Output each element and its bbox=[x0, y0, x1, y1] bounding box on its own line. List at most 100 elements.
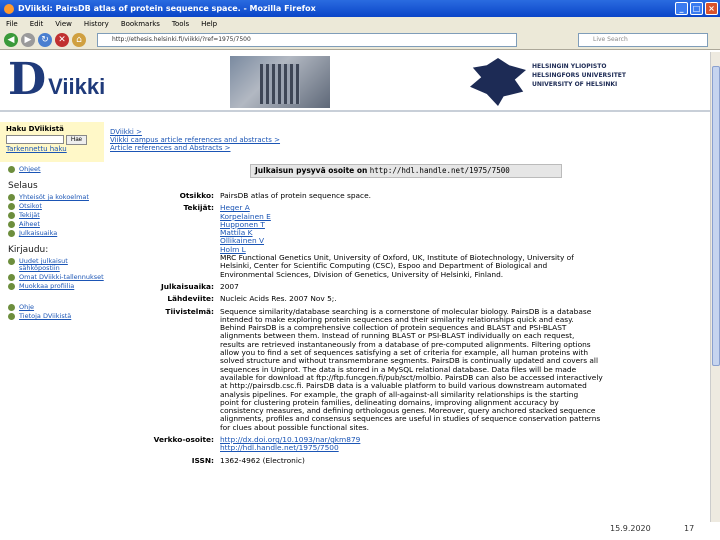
slide-number: 17 bbox=[684, 524, 695, 533]
issn-value: 1362-4962 (Electronic) bbox=[220, 455, 305, 465]
sidebar-item-my-submissions[interactable]: Omat DViikki-tallennukset bbox=[8, 274, 104, 281]
search-field[interactable] bbox=[6, 135, 64, 144]
author-link[interactable]: Heger A bbox=[220, 203, 710, 212]
record-authors-row: Tekijät: Heger A Korpelainen E Hupponen … bbox=[110, 203, 710, 279]
sidebar-item-about[interactable]: Tietoja DViikistä bbox=[8, 313, 104, 320]
menu-bar: File Edit View History Bookmarks Tools H… bbox=[0, 17, 720, 30]
handle-link[interactable]: http://hdl.handle.net/1975/7500 bbox=[220, 444, 710, 453]
menu-file[interactable]: File bbox=[6, 20, 18, 28]
window-title: DViikki: PairsDB atlas of protein sequen… bbox=[18, 4, 316, 13]
title-bar: DViikki: PairsDB atlas of protein sequen… bbox=[0, 0, 720, 17]
navigation-toolbar: ◀ ▶ ↻ ✕ ⌂ http://ethesis.helsinki.fi/vii… bbox=[0, 30, 720, 50]
record-url-row: Verkko-osoite: http://dx.doi.org/10.1093… bbox=[110, 435, 710, 453]
abstract-line: for clues about possible functional site… bbox=[220, 422, 370, 432]
advanced-search-link[interactable]: Tarkennettu haku bbox=[6, 145, 98, 153]
university-seal-icon bbox=[470, 58, 526, 106]
search-heading: Haku DViikistä bbox=[6, 125, 64, 133]
dviikki-logo[interactable]: D Viikki bbox=[8, 54, 106, 105]
author-link[interactable]: Korpelainen E bbox=[220, 212, 710, 221]
minimize-button[interactable]: _ bbox=[675, 2, 688, 15]
issn-label: ISSN: bbox=[191, 455, 214, 465]
bullet-icon bbox=[8, 283, 15, 290]
breadcrumb-collection[interactable]: Viikki campus article references and abs… bbox=[110, 136, 710, 144]
home-icon[interactable]: ⌂ bbox=[72, 32, 86, 47]
bullet-icon bbox=[8, 304, 15, 311]
bullet-icon bbox=[8, 313, 15, 320]
breadcrumb-subcollection[interactable]: Article references and Abstracts > bbox=[110, 144, 710, 152]
menu-history[interactable]: History bbox=[84, 20, 109, 28]
reload-icon[interactable]: ↻ bbox=[38, 32, 52, 47]
firefox-icon bbox=[4, 3, 14, 14]
permalink-url[interactable]: http://hdl.handle.net/1975/7500 bbox=[370, 166, 510, 175]
login-heading: Kirjaudu: bbox=[8, 245, 49, 255]
affiliation-line: Environmental Sciences, Division of Gene… bbox=[220, 269, 504, 279]
bullet-icon bbox=[8, 203, 15, 210]
sidebar-item-edit-profile[interactable]: Muokkaa profiilia bbox=[8, 283, 104, 290]
bullet-icon bbox=[8, 258, 15, 265]
back-icon[interactable]: ◀ bbox=[4, 32, 18, 47]
browse-heading: Selaus bbox=[8, 181, 38, 191]
sidebar-item-titles[interactable]: Otsikot bbox=[8, 203, 104, 210]
title-value: PairsDB atlas of protein sequence space. bbox=[220, 191, 372, 200]
bullet-icon bbox=[8, 212, 15, 219]
site-banner: D Viikki HELSINGIN YLIOPISTO HELSINGFORS… bbox=[0, 52, 720, 112]
maximize-button[interactable]: □ bbox=[690, 2, 703, 15]
uni-name-sv: HELSINGFORS UNIVERSITET bbox=[532, 72, 626, 79]
menu-bookmarks[interactable]: Bookmarks bbox=[121, 20, 160, 28]
url-bar[interactable]: http://ethesis.helsinki.fi/viikki/?ref=1… bbox=[97, 32, 517, 47]
permalink-label: Julkaisun pysyvä osoite on bbox=[255, 166, 368, 175]
menu-view[interactable]: View bbox=[55, 20, 72, 28]
bullet-icon bbox=[8, 274, 15, 281]
abstract-label: Tiivistelmä: bbox=[165, 306, 214, 316]
stop-icon[interactable]: ✕ bbox=[55, 32, 69, 47]
uni-name-fi: HELSINGIN YLIOPISTO bbox=[532, 63, 607, 70]
date-value: 2007 bbox=[220, 281, 239, 291]
sidebar-item-authors[interactable]: Tekijät bbox=[8, 212, 104, 219]
close-button[interactable]: × bbox=[705, 2, 718, 15]
record-title-row: Otsikko: PairsDB atlas of protein sequen… bbox=[110, 191, 710, 200]
sidebar-item-dates[interactable]: Julkaisuaika bbox=[8, 230, 104, 237]
vertical-scrollbar[interactable] bbox=[710, 52, 720, 522]
main-content: DViikki > Viikki campus article referenc… bbox=[110, 128, 710, 464]
source-label: Lähdeviite: bbox=[167, 294, 214, 304]
record-abstract-row: Tiivistelmä: Sequence similarity/databas… bbox=[110, 306, 710, 432]
permalink-box: Julkaisun pysyvä osoite on http://hdl.ha… bbox=[250, 164, 562, 178]
campus-building-image bbox=[230, 56, 330, 108]
abstract-value: Sequence similarity/database searching i… bbox=[220, 307, 710, 432]
sidebar-item-help[interactable]: Ohje bbox=[8, 304, 104, 311]
search-button[interactable]: Hae bbox=[66, 135, 88, 145]
forward-icon[interactable]: ▶ bbox=[21, 32, 35, 47]
menu-edit[interactable]: Edit bbox=[30, 20, 44, 28]
menu-help[interactable]: Help bbox=[201, 20, 217, 28]
source-value: Nucleic Acids Res. 2007 Nov 5;. bbox=[220, 294, 337, 304]
sidebar-item-communities[interactable]: Yhteisöt ja kokoelmat bbox=[8, 194, 104, 201]
record-issn-row: ISSN: 1362-4962 (Electronic) bbox=[110, 455, 710, 465]
author-link[interactable]: Mattila K bbox=[220, 228, 710, 237]
breadcrumb: DViikki > Viikki campus article referenc… bbox=[110, 128, 710, 152]
author-link[interactable]: Hupponen T bbox=[220, 220, 710, 229]
bullet-icon bbox=[8, 230, 15, 237]
bullet-icon bbox=[8, 194, 15, 201]
logo-text: Viikki bbox=[48, 74, 106, 99]
authors-label: Tekijät: bbox=[183, 203, 214, 213]
search-panel: Haku DViikistä Hae Tarkennettu haku bbox=[0, 122, 104, 162]
bullet-icon bbox=[8, 166, 15, 173]
slide-date: 15.9.2020 bbox=[610, 524, 651, 533]
breadcrumb-home[interactable]: DViikki > bbox=[110, 128, 710, 136]
url-label: Verkko-osoite: bbox=[153, 435, 214, 445]
date-label: Julkaisuaika: bbox=[160, 281, 214, 291]
help-link-top[interactable]: Ohjeet bbox=[8, 166, 104, 173]
scrollbar-thumb[interactable] bbox=[712, 66, 720, 366]
item-record: Otsikko: PairsDB atlas of protein sequen… bbox=[110, 191, 710, 469]
sidebar-item-alerts[interactable]: Uudet julkaisut sähköpostiin bbox=[8, 258, 104, 272]
university-names: HELSINGIN YLIOPISTO HELSINGFORS UNIVERSI… bbox=[532, 62, 626, 89]
record-source-row: Lähdeviite: Nucleic Acids Res. 2007 Nov … bbox=[110, 294, 710, 304]
author-link[interactable]: Ollikainen V bbox=[220, 237, 710, 246]
menu-tools[interactable]: Tools bbox=[172, 20, 189, 28]
sidebar: Haku DViikistä Hae Tarkennettu haku Ohje… bbox=[0, 122, 104, 522]
uni-name-en: UNIVERSITY OF HELSINKI bbox=[532, 81, 618, 88]
search-input[interactable]: Live Search bbox=[578, 33, 708, 47]
logo-letter: D bbox=[8, 54, 47, 105]
sidebar-item-subjects[interactable]: Aiheet bbox=[8, 221, 104, 228]
bullet-icon bbox=[8, 221, 15, 228]
